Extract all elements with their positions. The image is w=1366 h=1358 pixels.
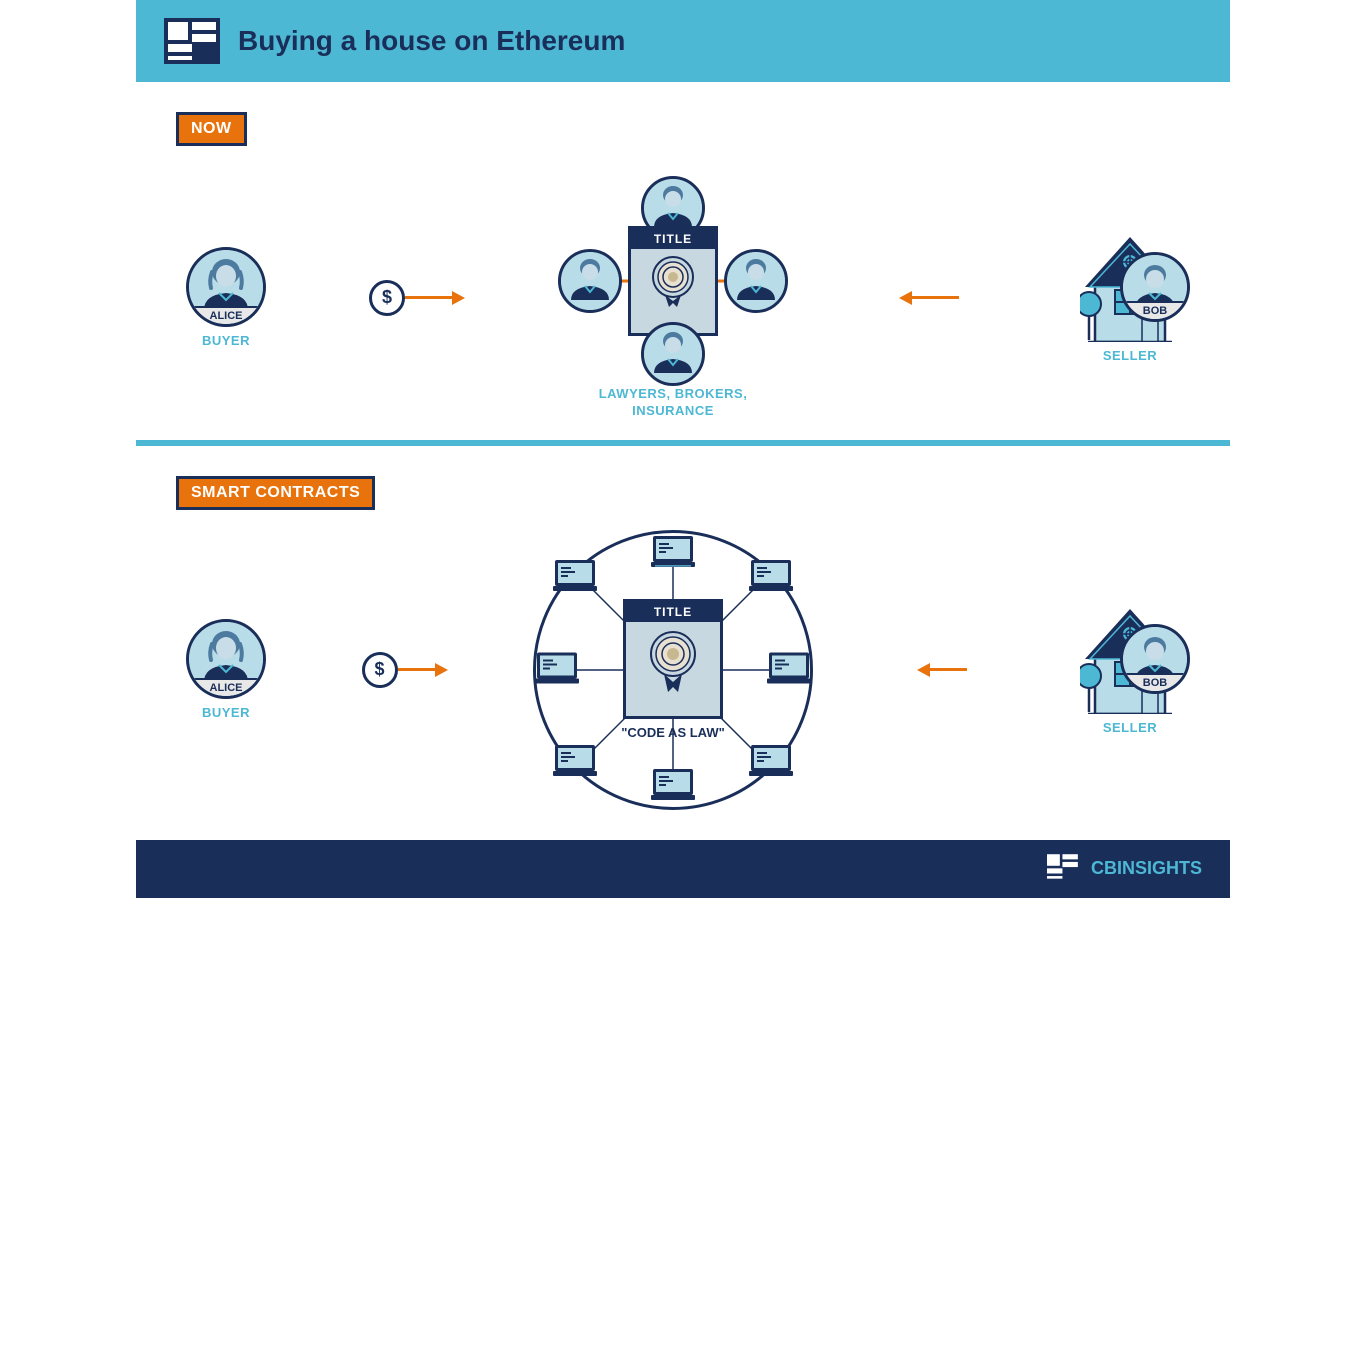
sc-title-label: TITLE — [626, 602, 720, 622]
sc-alice-avatar: ALICE — [186, 619, 266, 699]
bob-name-tag: BOB — [1123, 301, 1187, 319]
laptop-right-icon — [767, 650, 811, 684]
laptop-topleft-icon — [553, 558, 597, 592]
sc-bob-avatar: BOB — [1120, 624, 1190, 694]
now-badge: NOW — [176, 112, 247, 146]
laptop-top-left — [553, 558, 597, 597]
laptop-right — [767, 650, 811, 689]
footer-logo-text: CBINSIGHTS — [1091, 858, 1202, 879]
lawyer-bottom — [641, 322, 705, 386]
middle-to-seller-arrow — [874, 296, 994, 299]
code-as-law-label: "CODE AS LAW" — [621, 725, 725, 740]
arrow-head-right — [452, 291, 465, 305]
sc-title-seal-icon — [638, 622, 708, 702]
laptop-top-right — [749, 558, 793, 597]
laptop-left — [535, 650, 579, 689]
alice-avatar: ALICE — [186, 247, 266, 327]
arrow-line-right — [405, 296, 455, 299]
laptop-bottomleft-icon — [553, 743, 597, 777]
lawyer-bottom-icon — [644, 325, 702, 383]
footer-insights: INSIGHTS — [1117, 858, 1202, 878]
sc-seller-house-group: BOB — [1080, 604, 1180, 714]
lawyer-left-avatar — [558, 249, 622, 313]
sc-arrow-line — [398, 668, 438, 671]
lawyer-right-avatar — [724, 249, 788, 313]
cbinsights-logo-icon — [164, 18, 220, 64]
buyer-to-middle-arrow: $ — [352, 280, 472, 316]
lawyer-right-icon — [727, 252, 785, 310]
laptop-bottom — [651, 767, 695, 806]
sc-left-arrow-head — [917, 663, 930, 677]
smart-contracts-diagram-row: ALICE BUYER $ — [176, 530, 1190, 810]
sc-buyer-label: BUYER — [202, 705, 250, 720]
laptop-bottom-right — [749, 743, 793, 782]
title-seal-icon — [643, 249, 703, 314]
lawyer-left-icon — [561, 252, 619, 310]
laptop-topright-icon — [749, 558, 793, 592]
alice-name-tag: ALICE — [189, 306, 263, 324]
network-cluster: TITLE "CODE AS LAW" — [533, 530, 813, 810]
laptop-left-icon — [535, 650, 579, 684]
lawyer-right — [724, 249, 788, 313]
lawyer-left — [558, 249, 622, 313]
sc-bob-avatar-wrap: BOB — [1120, 624, 1190, 694]
footer: CBINSIGHTS — [136, 840, 1230, 898]
buyer-actor: ALICE BUYER — [186, 247, 266, 348]
arrow-head-left — [899, 291, 912, 305]
footer-logo-icon — [1047, 854, 1083, 884]
lawyer-bottom-avatar — [641, 322, 705, 386]
laptop-bottom-left — [553, 743, 597, 782]
bob-avatar-wrap: BOB — [1120, 252, 1190, 322]
sc-left-arrow-line — [927, 668, 967, 671]
seller-actor: BOB SELLER — [1080, 232, 1180, 363]
arrow-line-left-side — [909, 296, 959, 299]
page-title: Buying a house on Ethereum — [238, 25, 625, 57]
header: Buying a house on Ethereum — [136, 0, 1230, 82]
title-document: TITLE — [628, 226, 718, 336]
sc-buyer-actor: ALICE BUYER — [186, 619, 266, 720]
middle-label: LAWYERS, BROKERS, INSURANCE — [599, 386, 748, 420]
smart-contracts-badge: SMART CONTRACTS — [176, 476, 375, 510]
sc-title-document: TITLE — [623, 599, 723, 719]
now-section: NOW ALIC — [136, 82, 1230, 440]
network-center-doc: TITLE "CODE AS LAW" — [621, 599, 725, 740]
middle-cluster: TITLE — [558, 176, 788, 420]
sc-seller-actor: BOB SELLER — [1080, 604, 1180, 735]
buyer-label: BUYER — [202, 333, 250, 348]
sc-bob-name-tag: BOB — [1123, 673, 1187, 691]
sc-arrow-head — [435, 663, 448, 677]
laptop-top — [651, 534, 695, 573]
bob-avatar: BOB — [1120, 252, 1190, 322]
now-diagram-row: ALICE BUYER $ — [176, 176, 1190, 420]
laptop-bottom-icon — [651, 767, 695, 801]
footer-cb: CB — [1091, 858, 1117, 878]
laptop-bottomright-icon — [749, 743, 793, 777]
diamond-layout: TITLE — [558, 176, 788, 386]
sc-buyer-arrow: $ — [345, 652, 455, 688]
smart-contracts-section: SMART CONTRACTS ALICE BUYER $ — [136, 446, 1230, 830]
seller-house-group: BOB — [1080, 232, 1180, 342]
sc-seller-label: SELLER — [1103, 720, 1157, 735]
dollar-icon: $ — [369, 280, 405, 316]
network-ring-container: TITLE "CODE AS LAW" — [533, 530, 813, 810]
sc-dollar-icon: $ — [362, 652, 398, 688]
seller-label: SELLER — [1103, 348, 1157, 363]
title-doc-center: TITLE — [628, 226, 718, 336]
sc-alice-name-tag: ALICE — [189, 678, 263, 696]
sc-middle-to-seller-arrow — [892, 668, 1002, 671]
title-doc-label: TITLE — [631, 229, 715, 249]
laptop-top-icon — [651, 534, 695, 568]
